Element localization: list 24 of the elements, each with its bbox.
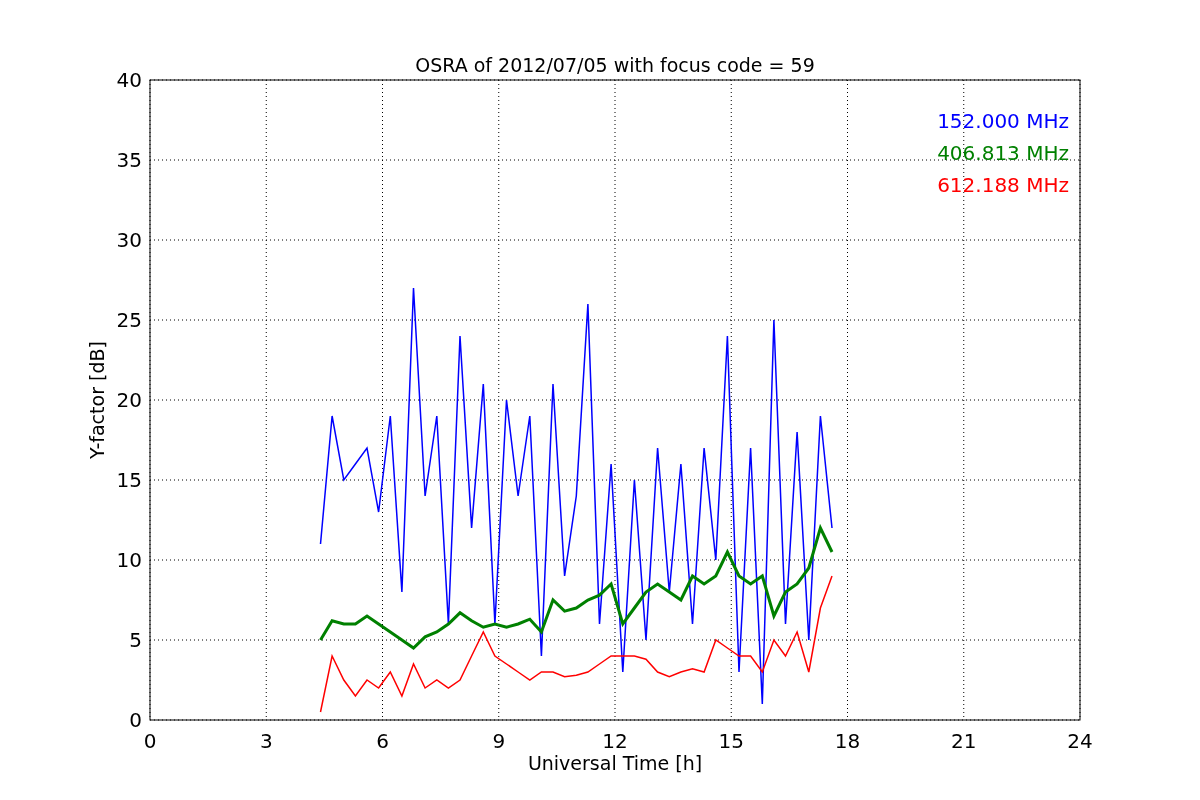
y-tick-label: 0	[129, 708, 142, 732]
y-tick-label: 40	[116, 68, 142, 92]
x-tick-label: 24	[1067, 729, 1093, 753]
x-tick-label: 6	[376, 729, 389, 753]
x-tick-label: 3	[259, 729, 273, 753]
y-tick-label: 30	[116, 228, 142, 252]
x-tick-label: 12	[602, 729, 628, 753]
chart-title: OSRA of 2012/07/05 with focus code = 59	[415, 54, 815, 76]
y-tick-label: 5	[129, 628, 142, 652]
y-axis-label: Y-factor [dB]	[86, 341, 108, 459]
y-tick-label: 20	[116, 388, 142, 412]
y-tick-label: 35	[116, 148, 142, 172]
y-tick-label: 25	[116, 308, 142, 332]
legend-label: 612.188 MHz	[937, 173, 1069, 197]
x-tick-label: 9	[492, 729, 506, 753]
x-tick-label: 0	[143, 729, 157, 753]
legend-label: 406.813 MHz	[937, 141, 1069, 165]
x-tick-label: 21	[951, 729, 977, 753]
x-tick-label: 15	[718, 729, 744, 753]
x-tick-label: 18	[834, 729, 861, 753]
y-tick-label: 10	[116, 548, 142, 572]
y-tick-label: 15	[116, 468, 142, 492]
x-axis-label: Universal Time [h]	[527, 752, 703, 774]
legend-label: 152.000 MHz	[937, 109, 1069, 133]
